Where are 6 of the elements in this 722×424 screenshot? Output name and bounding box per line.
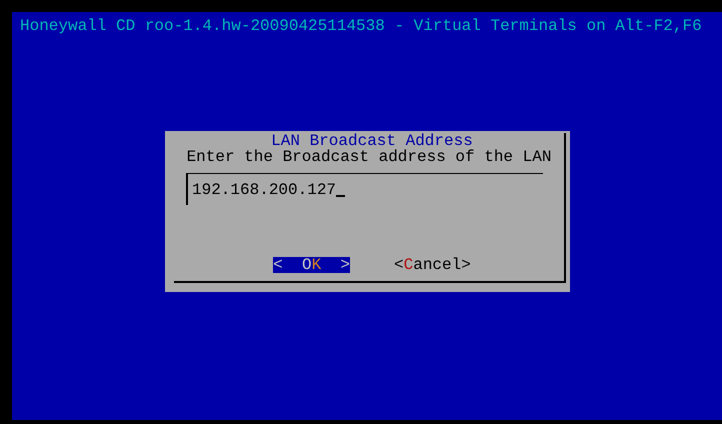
dialog-button[interactable]: < OK > — [273, 257, 350, 273]
dialog-title: LAN Broadcast Address — [271, 133, 473, 149]
dialog-button[interactable]: <Cancel> — [394, 257, 471, 273]
input-field[interactable]: 192.168.200.127 — [186, 173, 543, 205]
dialog-prompt: Enter the Broadcast address of the LAN — [186, 149, 552, 165]
screen-title: Honeywall CD roo-1.4.hw-20090425114538 - Virtual Terminals on Alt-F2,F6 — [19, 16, 703, 37]
